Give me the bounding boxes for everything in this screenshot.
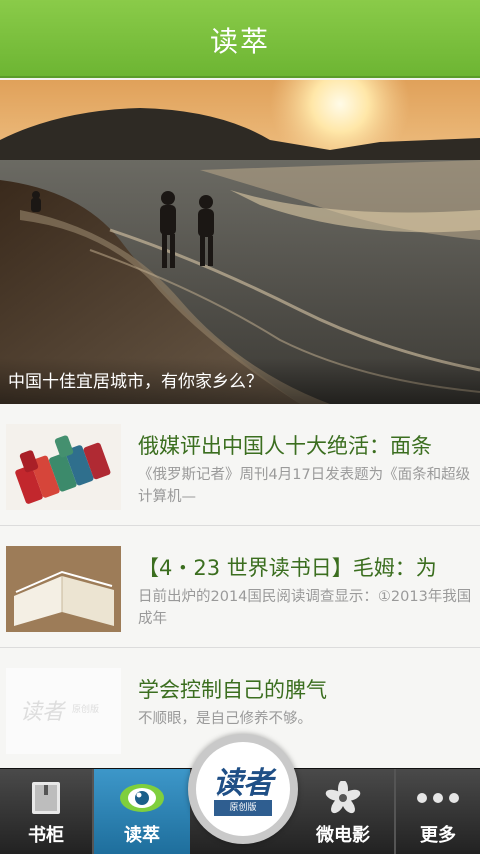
nav-bookshelf[interactable]: 书柜 bbox=[0, 769, 92, 854]
nav-label: 更多 bbox=[420, 825, 456, 846]
eye-icon bbox=[94, 781, 190, 815]
article-thumbnail bbox=[6, 546, 121, 632]
reader-logo-button[interactable]: 读者 原创版 bbox=[188, 734, 298, 844]
reader-logo-sub: 原创版 bbox=[214, 800, 272, 816]
nav-label: 读萃 bbox=[124, 825, 160, 846]
article-summary: 《俄罗斯记者》周刊4月17日发表题为《面条和超级计算机— bbox=[138, 467, 471, 505]
article-thumbnail: 读者 原创版 bbox=[6, 668, 121, 754]
reader-logo-subtext: 原创版 bbox=[72, 705, 100, 715]
article-thumbnail bbox=[6, 424, 121, 510]
article-summary: 不顺眼，是自己修养不够。 bbox=[138, 711, 312, 727]
nav-more[interactable]: 更多 bbox=[396, 769, 480, 854]
nav-reading-digest[interactable]: 读萃 bbox=[94, 769, 190, 854]
article-title: 【4・23 世界读书日】毛姆：为 bbox=[138, 556, 437, 580]
reader-logo-watermark: 读者 bbox=[20, 700, 65, 725]
page-title: 读萃 bbox=[209, 25, 270, 58]
flower-icon bbox=[294, 780, 392, 815]
list-item[interactable]: 俄媒评出中国人十大绝活：面条 《俄罗斯记者》周刊4月17日发表题为《面条和超级计… bbox=[0, 404, 480, 526]
beach-sunset-image bbox=[0, 80, 480, 404]
nav-label: 微电影 bbox=[316, 825, 370, 846]
reader-logo-text: 读者 bbox=[213, 766, 273, 801]
banner-caption-overlay: 中国十佳宜居城市，有你家乡么？ bbox=[0, 358, 480, 404]
app-screen: 读萃 中国十佳宜居城市，有你家乡么？ 俄媒评出中国人十大绝活：面条 《俄罗斯记者… bbox=[0, 0, 480, 854]
article-summary: 日前出炉的2014国民阅读调查显示：①2013年我国成年 bbox=[138, 589, 472, 627]
article-title: 学会控制自己的脾气 bbox=[138, 678, 327, 702]
nav-label: 书柜 bbox=[28, 825, 64, 846]
open-book-image bbox=[6, 546, 121, 632]
list-item[interactable]: 【4・23 世界读书日】毛姆：为 日前出炉的2014国民阅读调查显示：①2013… bbox=[0, 526, 480, 648]
article-title: 俄媒评出中国人十大绝活：面条 bbox=[138, 434, 432, 458]
firecrackers-image bbox=[6, 424, 121, 510]
bookshelf-icon bbox=[0, 781, 92, 815]
article-list: 俄媒评出中国人十大绝活：面条 《俄罗斯记者》周刊4月17日发表题为《面条和超级计… bbox=[0, 404, 480, 770]
logo-circle: 读者 原创版 bbox=[196, 742, 290, 836]
nav-micro-film[interactable]: 微电影 bbox=[294, 769, 392, 854]
header-bar: 读萃 bbox=[0, 0, 480, 78]
more-dots-icon bbox=[396, 781, 480, 815]
banner-caption: 中国十佳宜居城市，有你家乡么？ bbox=[8, 372, 263, 392]
featured-banner[interactable]: 中国十佳宜居城市，有你家乡么？ bbox=[0, 80, 480, 404]
